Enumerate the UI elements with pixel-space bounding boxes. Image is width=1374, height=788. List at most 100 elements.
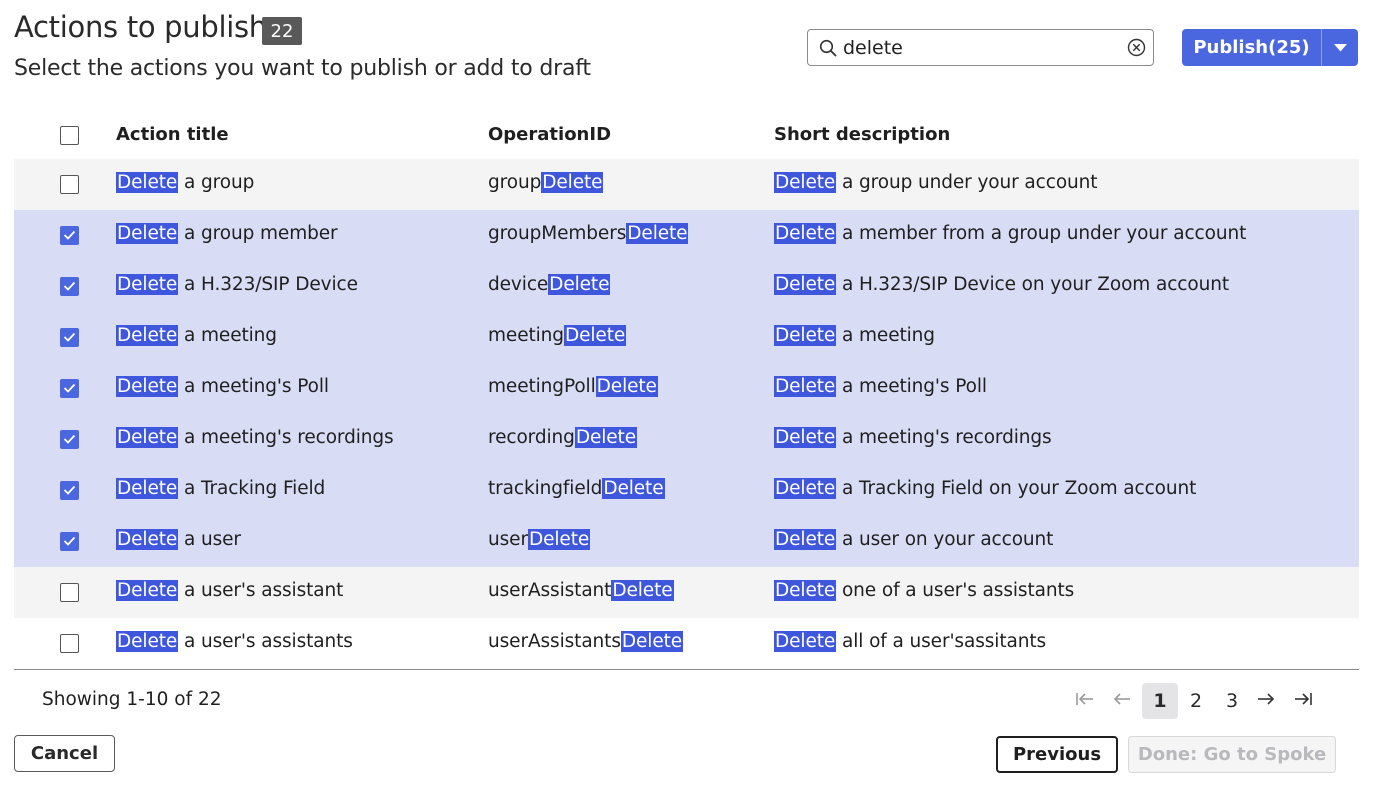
table-row[interactable]: Delete a meeting meetingDelete Delete a me… [14, 312, 1359, 363]
showing-count: Showing 1-10 of 22 [42, 689, 222, 710]
short-description-text: a meeting's recordings [836, 427, 1052, 448]
action-title-cell: Delete a user [116, 529, 241, 550]
row-checkbox[interactable] [60, 481, 79, 500]
operation-id-text: device [488, 274, 549, 295]
short-description-text: one of a user's assistants [836, 580, 1075, 601]
short-description-cell: Delete a meeting [774, 325, 935, 346]
short-description-text: a member from a group under your account [836, 223, 1247, 244]
select-all-checkbox[interactable] [60, 126, 79, 145]
row-checkbox[interactable] [60, 379, 79, 398]
pagination: 1 2 3 [1075, 683, 1323, 719]
table-row[interactable]: Delete a user's assistants userAssistants… [14, 618, 1359, 669]
row-checkbox[interactable] [60, 634, 79, 653]
page-2-button[interactable]: 2 [1178, 683, 1214, 719]
search-highlight: Delete [774, 223, 837, 244]
table-row[interactable]: Delete a group groupDelete Delete a group … [14, 159, 1359, 210]
action-title-cell: Delete a meeting's Poll [116, 376, 329, 397]
table-row[interactable]: Delete a user userDelete Delete a user on … [14, 516, 1359, 567]
row-checkbox[interactable] [60, 328, 79, 347]
operation-id-cell: trackingfieldDelete [488, 478, 665, 499]
search-highlight: Delete [774, 172, 837, 193]
next-page-icon[interactable] [1256, 690, 1286, 712]
row-checkbox[interactable] [60, 430, 79, 449]
search-highlight: Delete [626, 223, 689, 244]
search-highlight: Delete [602, 478, 665, 499]
page-1-button[interactable]: 1 [1142, 683, 1178, 719]
operation-id-cell: userAssistantDelete [488, 580, 674, 601]
action-title-text: a meeting [178, 325, 277, 346]
count-badge: 22 [262, 17, 302, 45]
short-description-cell: Delete a meeting's Poll [774, 376, 987, 397]
operation-id-cell: deviceDelete [488, 274, 611, 295]
operation-id-text: userAssistants [488, 631, 621, 652]
row-checkbox[interactable] [60, 583, 79, 602]
last-page-icon[interactable] [1293, 690, 1323, 712]
checkmark-icon [63, 281, 76, 291]
row-checkbox[interactable] [60, 277, 79, 296]
checkmark-icon [63, 332, 76, 342]
search-highlight: Delete [774, 376, 837, 397]
row-checkbox[interactable] [60, 532, 79, 551]
search-highlight: Delete [116, 325, 179, 346]
search-highlight: Delete [595, 376, 658, 397]
checkmark-icon [63, 536, 76, 546]
search-highlight: Delete [620, 631, 684, 652]
table-row[interactable]: Delete a H.323/SIP Device deviceDelete Del… [14, 261, 1359, 312]
search-highlight: Delete [563, 325, 627, 346]
search-highlight: Delete [774, 325, 837, 346]
publish-dropdown-button[interactable] [1321, 29, 1358, 66]
search-highlight: Delete [774, 427, 837, 448]
operation-id-text: user [488, 529, 528, 550]
table-row[interactable]: Delete a group member groupMembersDelete D… [14, 210, 1359, 261]
action-title-cell: Delete a user's assistant [116, 580, 343, 601]
clear-circle-icon[interactable] [1127, 38, 1146, 57]
operation-id-text: meeting [488, 325, 564, 346]
operation-id-text: groupMembers [488, 223, 627, 244]
prev-page-icon[interactable] [1112, 690, 1142, 712]
publish-split-button: Publish(25) [1182, 29, 1358, 66]
search-highlight: Delete [774, 631, 837, 652]
short-description-cell: Delete a member from a group under your … [774, 223, 1246, 244]
operation-id-text: recording [488, 427, 575, 448]
action-title-cell: Delete a Tracking Field [116, 478, 325, 499]
action-title-text: a Tracking Field [178, 478, 326, 499]
table-row[interactable]: Delete a meeting's recordings recording De… [14, 414, 1359, 465]
actions-table: Action title OperationID Short descripti… [14, 110, 1359, 670]
checkmark-icon [63, 434, 76, 444]
row-checkbox[interactable] [60, 226, 79, 245]
table-row[interactable]: Delete a user's assistant userAssistantDe… [14, 567, 1359, 618]
previous-button[interactable]: Previous [996, 736, 1118, 773]
table-divider [14, 669, 1359, 670]
checkmark-icon [63, 485, 76, 495]
operation-id-cell: meetingDelete [488, 325, 627, 346]
short-description-text: all of a user'sassitants [836, 631, 1047, 652]
action-title-cell: Delete a group [116, 172, 254, 193]
table-row[interactable]: Delete a Tracking Field trackingfieldDele… [14, 465, 1359, 516]
search-highlight: Delete [541, 172, 604, 193]
short-description-cell: Delete a Tracking Field on your Zoom acc… [774, 478, 1196, 499]
table-body: Delete a group groupDelete Delete a group … [14, 159, 1359, 669]
search-icon [819, 39, 837, 57]
search-highlight: Delete [116, 529, 179, 550]
short-description-cell: Delete a user on your account [774, 529, 1053, 550]
done-go-to-spoke-button[interactable]: Done: Go to Spoke [1128, 736, 1336, 773]
table-row[interactable]: Delete a meeting's Poll meetingPollDelete… [14, 363, 1359, 414]
search-highlight: Delete [548, 274, 611, 295]
action-title-cell: Delete a H.323/SIP Device [116, 274, 358, 295]
search-box[interactable] [807, 29, 1154, 66]
action-title-text: a meeting's Poll [178, 376, 329, 397]
operation-id-text: trackingfield [488, 478, 603, 499]
first-page-icon[interactable] [1075, 690, 1105, 712]
operation-id-cell: userDelete [488, 529, 591, 550]
operation-id-cell: groupDelete [488, 172, 604, 193]
operation-id-text: group [488, 172, 542, 193]
search-input[interactable] [843, 33, 1123, 62]
page-3-button[interactable]: 3 [1214, 683, 1250, 719]
short-description-text: a user on your account [836, 529, 1054, 550]
action-title-cell: Delete a meeting's recordings [116, 427, 394, 448]
row-checkbox[interactable] [60, 175, 79, 194]
cancel-button[interactable]: Cancel [14, 735, 115, 772]
publish-button[interactable]: Publish(25) [1182, 29, 1321, 66]
short-description-text: a Tracking Field on your Zoom account [836, 478, 1197, 499]
column-header-short-description: Short description [774, 124, 951, 145]
